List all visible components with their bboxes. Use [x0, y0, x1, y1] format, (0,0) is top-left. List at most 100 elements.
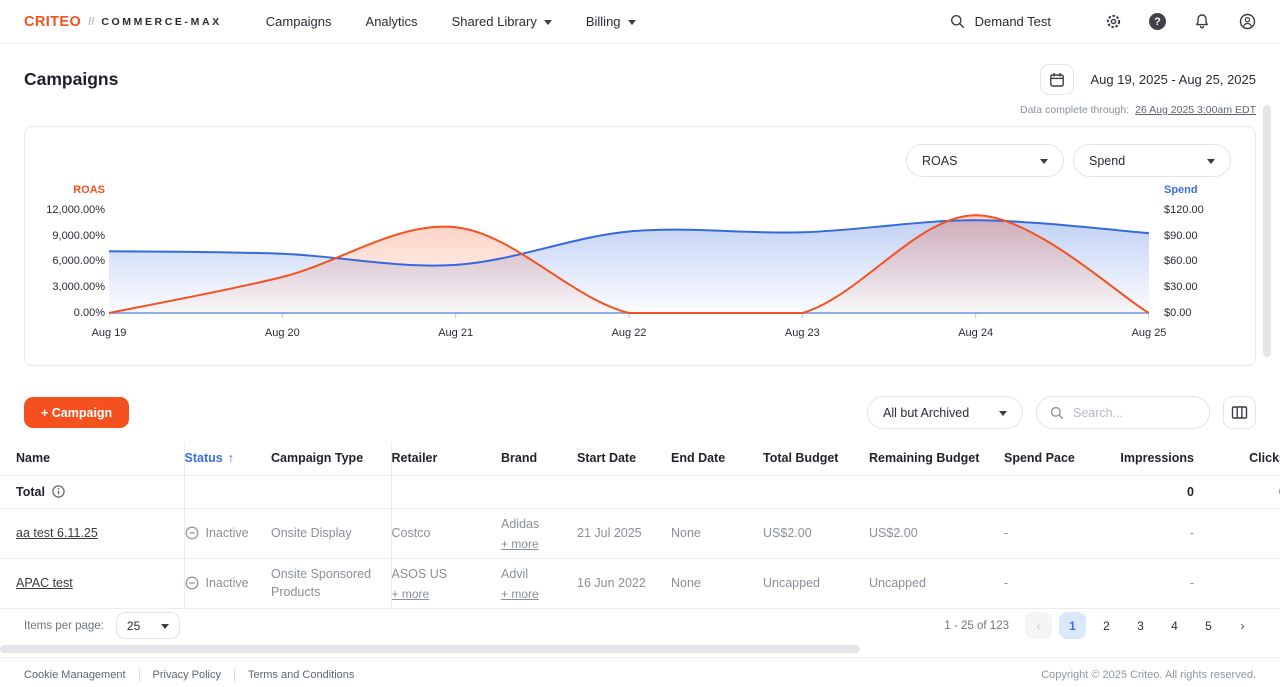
pagination-bar: Items per page: 25 1 - 25 of 123 ‹12345› — [0, 609, 1280, 643]
table-header-row: NameStatus↑Campaign Type RetailerBrand Sta… — [0, 442, 1280, 475]
nav-link-label: Billing — [586, 14, 621, 29]
status-filter-select[interactable]: All but Archived — [867, 396, 1023, 429]
gear-icon[interactable] — [1104, 13, 1122, 31]
column-header-total-budget[interactable]: Total Budget — [763, 442, 869, 475]
right-axis-tick: $60.00 — [1164, 255, 1198, 267]
calendar-button[interactable] — [1040, 64, 1074, 95]
left-metric-select[interactable]: ROAS — [906, 144, 1064, 177]
x-axis-label: Aug 25 — [1132, 327, 1167, 339]
calendar-icon — [1049, 72, 1065, 88]
impressions-value: - — [1190, 576, 1194, 590]
footer-link-terms-and-conditions[interactable]: Terms and Conditions — [234, 669, 367, 682]
footer-link-privacy-policy[interactable]: Privacy Policy — [139, 669, 234, 682]
page-footer: Cookie ManagementPrivacy PolicyTerms and… — [0, 657, 1280, 682]
logo-product-text: COMMERCE-MAX — [101, 16, 221, 28]
prev-page-button[interactable]: ‹ — [1025, 612, 1052, 639]
column-header-label: Total Budget — [763, 451, 838, 465]
column-header-impressions[interactable]: Impressions — [1120, 442, 1210, 475]
right-metric-value: Spend — [1089, 154, 1125, 168]
spend-pace: - — [1004, 576, 1008, 590]
columns-icon — [1231, 405, 1248, 420]
logo-brand-text: CRITEO — [24, 14, 81, 30]
chevron-down-icon — [161, 624, 169, 629]
bell-icon[interactable] — [1193, 13, 1211, 31]
nav-link-label: Analytics — [366, 14, 418, 29]
column-header-end-date[interactable]: End Date — [671, 442, 763, 475]
nav-link-label: Shared Library — [452, 14, 537, 29]
more-link[interactable]: + more — [501, 537, 539, 551]
search-icon — [949, 13, 967, 31]
start-date: 21 Jul 2025 — [577, 526, 642, 540]
x-axis-label: Aug 20 — [265, 327, 300, 339]
column-header-status[interactable]: Status↑ — [184, 442, 271, 475]
items-per-page-label: Items per page: — [24, 620, 104, 632]
left-axis-tick: 9,000.00% — [25, 230, 105, 242]
nav-link-analytics[interactable]: Analytics — [366, 14, 418, 29]
info-icon[interactable] — [52, 485, 65, 498]
data-complete-note: Data complete through: 26 Aug 2025 3:00a… — [0, 95, 1280, 116]
new-campaign-button[interactable]: + Campaign — [24, 397, 129, 428]
column-header-label: Campaign Type — [271, 451, 363, 465]
right-axis-tick: $30.00 — [1164, 281, 1198, 293]
column-header-clicks[interactable]: Clicks — [1210, 442, 1280, 475]
horizontal-scrollbar[interactable] — [0, 645, 860, 653]
inactive-status-icon — [185, 526, 199, 540]
column-header-label: Spend Pace — [1004, 451, 1075, 465]
help-icon[interactable]: ? — [1149, 13, 1166, 30]
brand-name: Advil — [501, 565, 565, 583]
left-axis-tick: 0.00% — [25, 307, 105, 319]
nav-link-label: Campaigns — [266, 14, 332, 29]
status-cell: Inactive — [185, 526, 260, 540]
nav-link-billing[interactable]: Billing — [586, 14, 636, 29]
column-header-spend-pace[interactable]: Spend Pace — [1004, 442, 1120, 475]
right-metric-select[interactable]: Spend — [1073, 144, 1231, 177]
column-header-label: Remaining Budget — [869, 451, 979, 465]
date-range-value[interactable]: Aug 19, 2025 - Aug 25, 2025 — [1090, 72, 1256, 87]
account-icon[interactable] — [1238, 13, 1256, 31]
table-total-row: Total00 — [0, 475, 1280, 508]
search-icon — [1050, 406, 1064, 420]
column-settings-button[interactable] — [1223, 396, 1256, 429]
data-complete-label: Data complete through: — [1020, 104, 1129, 116]
campaign-name-link[interactable]: aa test 6.11.25 — [16, 526, 98, 540]
left-axis-tick: 6,000.00% — [25, 255, 105, 267]
page-button-5[interactable]: 5 — [1195, 612, 1222, 639]
items-per-page-select[interactable]: 25 — [116, 612, 180, 639]
data-complete-link[interactable]: 26 Aug 2025 3:00am EDT — [1135, 104, 1256, 116]
search-input[interactable] — [1073, 406, 1193, 420]
campaign-name-link[interactable]: APAC test — [16, 576, 73, 590]
total-text: Total — [16, 485, 45, 499]
left-axis-tick: 3,000.00% — [25, 281, 105, 293]
right-axis-tick: $0.00 — [1164, 307, 1192, 319]
table-row: APAC testInactiveOnsite Sponsored Produc… — [0, 558, 1280, 608]
vertical-scrollbar[interactable] — [1263, 105, 1271, 357]
column-header-start-date[interactable]: Start Date — [577, 442, 671, 475]
table-search — [1036, 396, 1210, 429]
column-header-label: Brand — [501, 451, 537, 465]
account-switcher[interactable]: Demand Test — [949, 13, 1051, 31]
performance-chart-card: ROAS Spend ROAS Spend 12,000.00%9,000.00… — [24, 126, 1256, 366]
nav-link-campaigns[interactable]: Campaigns — [266, 14, 332, 29]
nav-link-shared-library[interactable]: Shared Library — [452, 14, 552, 29]
next-page-button[interactable]: › — [1229, 612, 1256, 639]
chevron-down-icon — [628, 20, 636, 25]
column-header-brand[interactable]: Brand — [501, 442, 577, 475]
column-header-retailer[interactable]: Retailer — [391, 442, 501, 475]
more-link[interactable]: + more — [501, 587, 539, 601]
column-header-name[interactable]: Name — [0, 442, 184, 475]
chevron-down-icon — [1207, 159, 1215, 164]
column-header-label: Start Date — [577, 451, 636, 465]
criteo-logo[interactable]: CRITEO // COMMERCE-MAX — [24, 14, 222, 30]
column-header-remaining-budget[interactable]: Remaining Budget — [869, 442, 1004, 475]
column-header-campaign-type[interactable]: Campaign Type — [271, 442, 391, 475]
page-button-4[interactable]: 4 — [1161, 612, 1188, 639]
more-link[interactable]: + more — [392, 587, 430, 601]
x-axis-label: Aug 24 — [958, 327, 993, 339]
page-button-2[interactable]: 2 — [1093, 612, 1120, 639]
footer-link-cookie-management[interactable]: Cookie Management — [24, 669, 139, 682]
main-nav: Campaigns Analytics Shared Library Billing — [266, 14, 636, 29]
status-label: Inactive — [206, 526, 249, 540]
page-button-1[interactable]: 1 — [1059, 612, 1086, 639]
page-button-3[interactable]: 3 — [1127, 612, 1154, 639]
column-header-label: Clicks — [1249, 451, 1280, 465]
